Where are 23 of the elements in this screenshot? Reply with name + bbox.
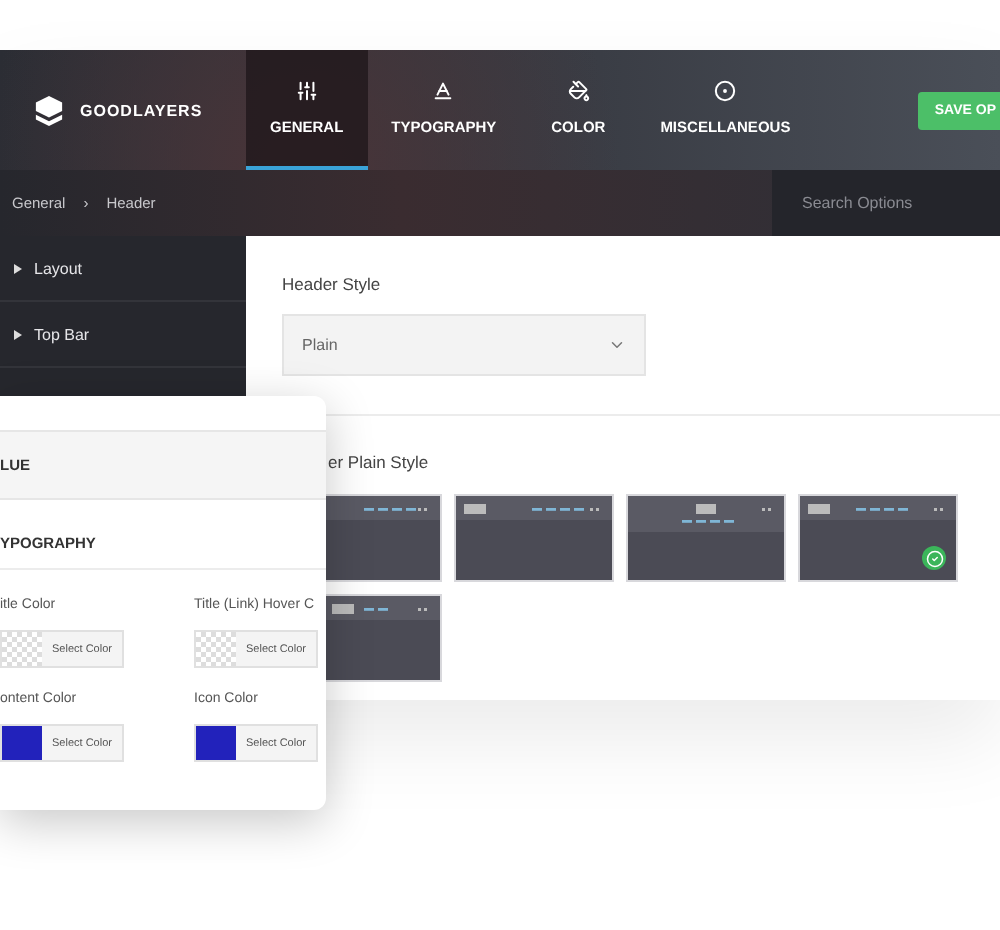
search-field[interactable]: Search Options [772, 170, 1000, 236]
header-layout-option[interactable] [326, 594, 442, 682]
circle-dot-icon [714, 80, 737, 102]
sliders-icon [295, 80, 318, 102]
header-layout-option[interactable] [798, 494, 958, 582]
chevron-icon [608, 336, 626, 354]
check-icon [922, 546, 946, 570]
logo-icon [34, 95, 64, 125]
color-swatch [2, 632, 42, 666]
field-label: er Plain Style [328, 452, 431, 472]
brand-name: GOODLAYERS [80, 101, 203, 119]
triangle-icon [14, 329, 22, 339]
triangle-icon [14, 263, 22, 273]
header-bar-drawing [326, 496, 440, 520]
header-style-select[interactable]: Plain [282, 314, 646, 376]
text-icon [432, 80, 455, 102]
header-layout-option[interactable] [626, 494, 786, 582]
header-layout-option[interactable] [454, 494, 614, 582]
paint-bucket-icon [567, 80, 590, 102]
header-bar-drawing [326, 596, 440, 620]
header-layout-option[interactable] [326, 494, 442, 582]
field-label: Header Style [282, 274, 383, 294]
color-swatch [196, 632, 236, 666]
